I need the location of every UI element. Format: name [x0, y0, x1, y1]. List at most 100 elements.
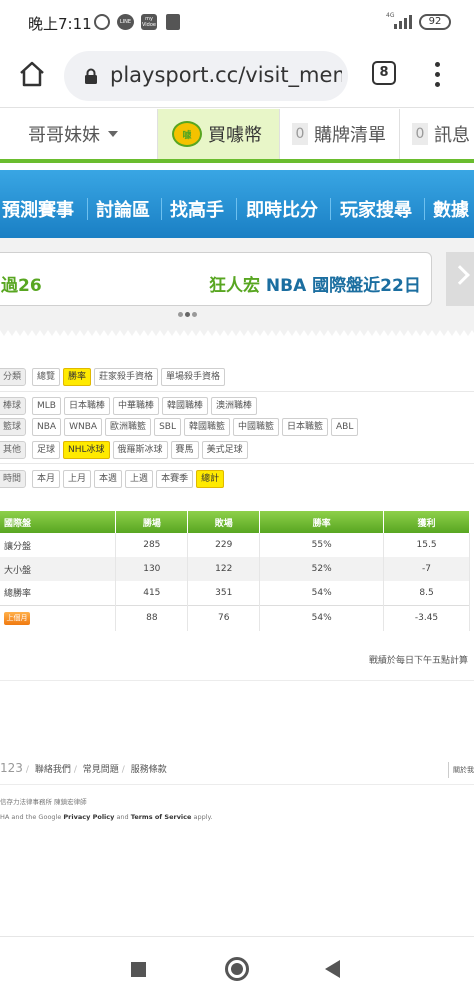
filter-chips: 總覽 勝率 莊家殺手資格 單場殺手資格 [32, 368, 226, 386]
menu-divider [87, 198, 88, 220]
messages-label: 訊息 [434, 125, 470, 146]
carousel-dot[interactable] [192, 312, 197, 317]
carousel-text-left: 過26 [1, 276, 42, 296]
filter-label: 其他 [0, 441, 26, 459]
footer-divider [0, 680, 474, 681]
cart-button[interactable]: 0 購牌清單 [280, 109, 400, 159]
filter-row-category: 分類 總覽 勝率 莊家殺手資格 單場殺手資格 [0, 366, 474, 388]
filter-chip[interactable]: NBA [32, 418, 62, 436]
recaptcha-text: HA and the Google [0, 813, 64, 821]
filter-chip[interactable]: 總計 [196, 470, 225, 488]
footer-link-about[interactable]: 關於我們 [448, 762, 474, 778]
filter-chip[interactable]: 本賽季 [156, 470, 194, 488]
filter-chip[interactable]: 賽馬 [170, 441, 199, 459]
column-header: 勝場 [115, 511, 189, 533]
filter-chip[interactable]: 足球 [32, 441, 61, 459]
carousel-author: 狂人宏 [209, 276, 266, 296]
filter-chip[interactable]: WNBA [64, 418, 103, 436]
column-header: 國際盤 [0, 511, 117, 533]
losses-cell: 122 [187, 557, 261, 581]
chevron-right-icon [450, 265, 470, 285]
table-row: 上個月 88 76 54% -3.45 [0, 604, 470, 631]
filter-chip[interactable]: 中華職棒 [112, 397, 159, 415]
filter-chip[interactable]: 美式足球 [201, 441, 248, 459]
alarm-icon [94, 14, 110, 30]
site-top-nav: 哥哥妹妹 噱 買噱幣 0 購牌清單 0 訊息 [0, 109, 474, 163]
filter-chip[interactable]: 歐洲職籃 [105, 418, 152, 436]
footer-links: 123/ 聯絡我們 / 常見問題 / 服務條款 [0, 761, 167, 775]
more-menu-icon[interactable] [428, 60, 448, 90]
zigzag-divider [0, 330, 474, 356]
menu-item-experts[interactable]: 找高手 [170, 196, 224, 222]
row-label: 總勝率 [0, 581, 117, 605]
menu-item-livescore[interactable]: 即時比分 [246, 196, 318, 222]
battery-icon: 92 [419, 14, 451, 30]
tab-switcher-button[interactable]: 8 [372, 61, 396, 85]
buy-coin-button[interactable]: 噱 買噱幣 [158, 109, 280, 159]
carousel-dot-active[interactable] [185, 312, 190, 317]
filter-label: 時間 [0, 470, 26, 488]
filter-row-basketball: 籃球 NBA WNBA 歐洲職籃 SBL 韓國職籃 中國職籃 日本職籃 ABL [0, 416, 474, 438]
home-icon[interactable] [18, 60, 46, 88]
status-bar: 晚上7:11 LINE my Vidoe 4G 92 [0, 0, 474, 44]
carousel-next-button[interactable] [446, 252, 474, 306]
back-icon[interactable] [325, 960, 340, 978]
menu-item-forum[interactable]: 討論區 [96, 196, 150, 222]
filter-chip[interactable]: 中國職籃 [232, 418, 279, 436]
filter-chip[interactable]: MLB [32, 397, 61, 415]
row-label: 上個月 [0, 604, 117, 631]
recents-icon[interactable] [131, 962, 146, 977]
filter-chip[interactable]: 總覽 [32, 368, 61, 386]
footer-link-contact[interactable]: 聯絡我們 [35, 765, 71, 775]
filter-chip[interactable]: 上月 [63, 470, 92, 488]
carousel-slide[interactable]: 過26 狂人宏 NBA 國際盤近22日 [0, 252, 432, 306]
recaptcha-text: and [114, 813, 131, 821]
menu-item-data[interactable]: 數據 [433, 196, 469, 222]
carousel-dots [178, 312, 197, 317]
footer-link-terms[interactable]: 服務條款 [131, 765, 167, 775]
filter-chip[interactable]: 勝率 [63, 368, 92, 386]
filter-row-time: 時間 本月 上月 本週 上週 本賽季 總計 [0, 468, 474, 490]
last-month-button[interactable]: 上個月 [4, 611, 30, 625]
column-header: 勝率 [259, 511, 385, 533]
address-bar[interactable]: playsport.cc/visit_memb [64, 51, 348, 101]
legal-counsel-text: 信存力法律事務所 陳鎮宏律師 [0, 798, 87, 806]
filter-chips: 足球 NHL冰球 俄羅斯冰球 賽馬 美式足球 [32, 441, 248, 459]
privacy-policy-link[interactable]: Privacy Policy [63, 813, 114, 821]
menu-divider [236, 198, 237, 220]
table-row: 讓分盤 285 229 55% 15.5 [0, 533, 470, 557]
browser-toolbar: playsport.cc/visit_memb 8 [0, 44, 474, 108]
messages-button[interactable]: 0 訊息 [400, 109, 474, 159]
filter-chip[interactable]: 本週 [94, 470, 123, 488]
filter-chip[interactable]: 俄羅斯冰球 [112, 441, 168, 459]
menu-divider [161, 198, 162, 220]
terms-of-service-link[interactable]: Terms of Service [131, 813, 192, 821]
carousel-text-right: 狂人宏 NBA 國際盤近22日 [209, 271, 421, 296]
table-row: 大小盤 130 122 52% -7 [0, 557, 470, 581]
calculation-note: 戰績於每日下午五點計算 [368, 656, 468, 666]
footer-link-faq[interactable]: 常見問題 [83, 765, 119, 775]
filter-chip[interactable]: 韓國職棒 [162, 397, 209, 415]
filter-chip[interactable]: 日本職棒 [63, 397, 110, 415]
filter-chip[interactable]: 澳洲職棒 [211, 397, 258, 415]
filter-divider [0, 391, 474, 392]
table-row: 總勝率 415 351 54% 8.5 [0, 581, 470, 605]
filter-chip[interactable]: 本月 [32, 470, 61, 488]
filter-chip[interactable]: SBL [154, 418, 181, 436]
profit-cell: 15.5 [383, 533, 470, 557]
home-nav-icon[interactable] [225, 957, 249, 981]
filter-chip[interactable]: 單場殺手資格 [161, 368, 226, 386]
filter-chip[interactable]: 日本職籃 [282, 418, 329, 436]
carousel-dot[interactable] [178, 312, 183, 317]
menu-item-player-search[interactable]: 玩家搜尋 [340, 196, 412, 222]
filter-chip[interactable]: 韓國職籃 [183, 418, 230, 436]
main-menu: 預測賽事 討論區 找高手 即時比分 玩家搜尋 數據 [0, 170, 474, 238]
url-text[interactable]: playsport.cc/visit_memb [110, 63, 342, 87]
filter-chip[interactable]: 上週 [125, 470, 154, 488]
lock-icon [85, 68, 97, 84]
filter-chip[interactable]: 莊家殺手資格 [94, 368, 159, 386]
user-menu[interactable]: 哥哥妹妹 [10, 109, 158, 159]
menu-item-predict[interactable]: 預測賽事 [2, 196, 74, 222]
filter-chip[interactable]: NHL冰球 [63, 441, 110, 459]
filter-chip[interactable]: ABL [331, 418, 359, 436]
